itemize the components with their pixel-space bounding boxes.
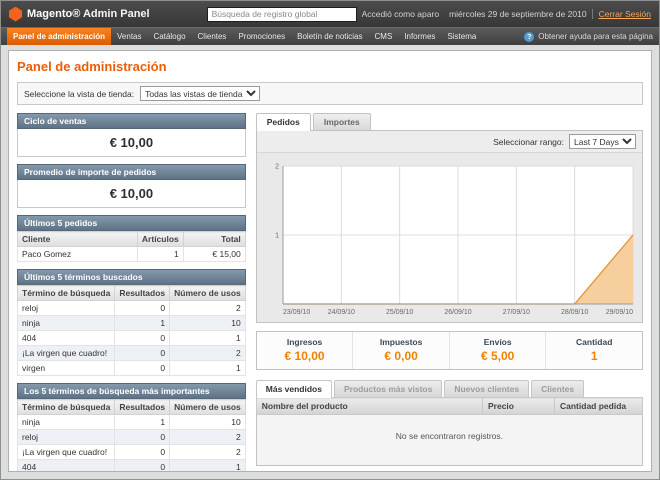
logged-in-as: Accedió como aparo [357, 9, 445, 19]
panel-sales-cycle: Ciclo de ventas € 10,00 [17, 113, 246, 157]
right-column: Pedidos Importes Seleccionar rango: Last… [256, 113, 643, 472]
svg-text:27/09/10: 27/09/10 [502, 309, 529, 316]
stat-shipping: Envíos € 5,00 [449, 332, 546, 369]
table-row[interactable]: ¡La virgen que cuadro! 0 2 [18, 346, 246, 361]
average-order-value: € 10,00 [17, 180, 246, 208]
totals-bar: Ingresos € 10,00 Impuestos € 0,00 Envíos… [256, 331, 643, 370]
sales-cycle-value: € 10,00 [17, 129, 246, 157]
table-row[interactable]: 404 0 1 [18, 460, 246, 473]
panel-title: Los 5 términos de búsqueda más important… [17, 383, 246, 399]
tab-orders[interactable]: Pedidos [256, 113, 311, 131]
panel-last-search-terms: Últimos 5 términos buscados Término de b… [17, 269, 246, 376]
products-tabs: Más vendidos Productos más vistos Nuevos… [256, 380, 643, 397]
global-search-input[interactable] [207, 7, 357, 22]
svg-text:29/09/10: 29/09/10 [606, 309, 633, 316]
magento-logo: Magento® Admin Panel [9, 7, 207, 22]
panel-title: Últimos 5 términos buscados [17, 269, 246, 285]
page-title: Panel de administración [17, 59, 643, 74]
get-help-link[interactable]: ? Obtener ayuda para esta página [524, 28, 653, 45]
store-view-bar: Seleccione la vista de tienda: Todas las… [17, 82, 643, 105]
empty-message: No se encontraron registros. [256, 415, 642, 466]
tab-most-viewed[interactable]: Productos más vistos [334, 380, 442, 397]
help-label: Obtener ayuda para esta página [538, 32, 653, 41]
table-row[interactable]: ninja 1 10 [18, 415, 246, 430]
table-row[interactable]: 404 0 1 [18, 331, 246, 346]
nav-item-sales[interactable]: Ventas [111, 28, 147, 45]
panel-last-orders: Últimos 5 pedidos Cliente Artículos Tota… [17, 215, 246, 262]
dashboard-columns: Ciclo de ventas € 10,00 Promedio de impo… [17, 113, 643, 472]
nav-item-cms[interactable]: CMS [369, 28, 399, 45]
tab-customers[interactable]: Clientes [531, 380, 584, 397]
nav-item-customers[interactable]: Clientes [192, 28, 233, 45]
panel-top-search-terms: Los 5 términos de búsqueda más important… [17, 383, 246, 472]
range-selector-bar: Seleccionar rango: Last 7 Days [257, 131, 642, 153]
store-view-label: Seleccione la vista de tienda: [24, 89, 134, 99]
orders-chart-panel: Seleccionar rango: Last 7 Days 1 2 23/09/1… [256, 130, 643, 323]
nav-item-promotions[interactable]: Promociones [232, 28, 291, 45]
nav-item-newsletter[interactable]: Boletín de noticias [291, 28, 368, 45]
nav-item-reports[interactable]: Informes [398, 28, 441, 45]
svg-text:24/09/10: 24/09/10 [327, 309, 354, 316]
range-select[interactable]: Last 7 Days [569, 134, 636, 149]
brand-title: Magento® Admin Panel [27, 8, 150, 20]
left-column: Ciclo de ventas € 10,00 Promedio de impo… [17, 113, 246, 472]
nav-item-system[interactable]: Sistema [441, 28, 482, 45]
nav-item-dashboard[interactable]: Panel de administración [7, 28, 111, 45]
table-row[interactable]: virgen 0 1 [18, 361, 246, 376]
panel-average-order: Promedio de importe de pedidos € 10,00 [17, 164, 246, 208]
svg-text:28/09/10: 28/09/10 [561, 309, 588, 316]
panel-title: Promedio de importe de pedidos [17, 164, 246, 180]
tab-bestsellers[interactable]: Más vendidos [256, 380, 332, 398]
top-header: Magento® Admin Panel Accedió como aparo … [1, 1, 659, 27]
top-search-terms-table: Término de búsqueda Resultados Número de… [17, 399, 246, 472]
chart-tabs: Pedidos Importes [256, 113, 643, 130]
empty-row: No se encontraron registros. [256, 415, 642, 466]
svg-text:25/09/10: 25/09/10 [386, 309, 413, 316]
table-row[interactable]: reloj 0 2 [18, 430, 246, 445]
logout-link[interactable]: Cerrar Sesión [592, 9, 651, 19]
panel-title: Ciclo de ventas [17, 113, 246, 129]
panel-title: Últimos 5 pedidos [17, 215, 246, 231]
session-info: Accedió como aparo miércoles 29 de septi… [357, 9, 651, 19]
orders-area-chart: 1 2 23/09/10 24/09/10 25/09/10 26/09/10 27/09/… [265, 160, 637, 318]
svg-text:1: 1 [275, 233, 279, 240]
magento-admin-window: Magento® Admin Panel Accedió como aparo … [0, 0, 660, 480]
main-nav: Panel de administración Ventas Catálogo … [1, 27, 659, 45]
tab-amounts[interactable]: Importes [313, 113, 371, 130]
store-view-select[interactable]: Todas las vistas de tienda [140, 86, 260, 101]
orders-chart: 1 2 23/09/10 24/09/10 25/09/10 26/09/10 27/09/… [257, 153, 642, 322]
page-content: Panel de administración Seleccione la vi… [8, 50, 652, 472]
current-date: miércoles 29 de septiembre de 2010 [444, 9, 592, 19]
stat-revenue: Ingresos € 10,00 [257, 332, 353, 369]
magento-logo-icon [9, 7, 22, 22]
tab-new-customers[interactable]: Nuevos clientes [444, 380, 529, 397]
stat-quantity: Cantidad 1 [545, 332, 642, 369]
svg-text:26/09/10: 26/09/10 [444, 309, 471, 316]
last-search-terms-table: Término de búsqueda Resultados Número de… [17, 285, 246, 376]
table-row[interactable]: ¡La virgen que cuadro! 0 2 [18, 445, 246, 460]
help-icon: ? [524, 32, 534, 42]
stat-tax: Impuestos € 0,00 [352, 332, 449, 369]
svg-text:23/09/10: 23/09/10 [283, 309, 310, 316]
last-orders-table: Cliente Artículos Total Paco Gomez 1 € 1… [17, 231, 246, 262]
table-row[interactable]: ninja 1 10 [18, 316, 246, 331]
global-search-wrap [207, 7, 357, 22]
nav-item-catalog[interactable]: Catálogo [148, 28, 192, 45]
table-row[interactable]: Paco Gomez 1 € 15,00 [18, 247, 246, 262]
bestsellers-table: Nombre del producto Precio Cantidad pedi… [256, 397, 643, 466]
svg-text:2: 2 [275, 164, 279, 171]
range-label: Seleccionar rango: [493, 137, 564, 147]
table-row[interactable]: reloj 0 2 [18, 301, 246, 316]
